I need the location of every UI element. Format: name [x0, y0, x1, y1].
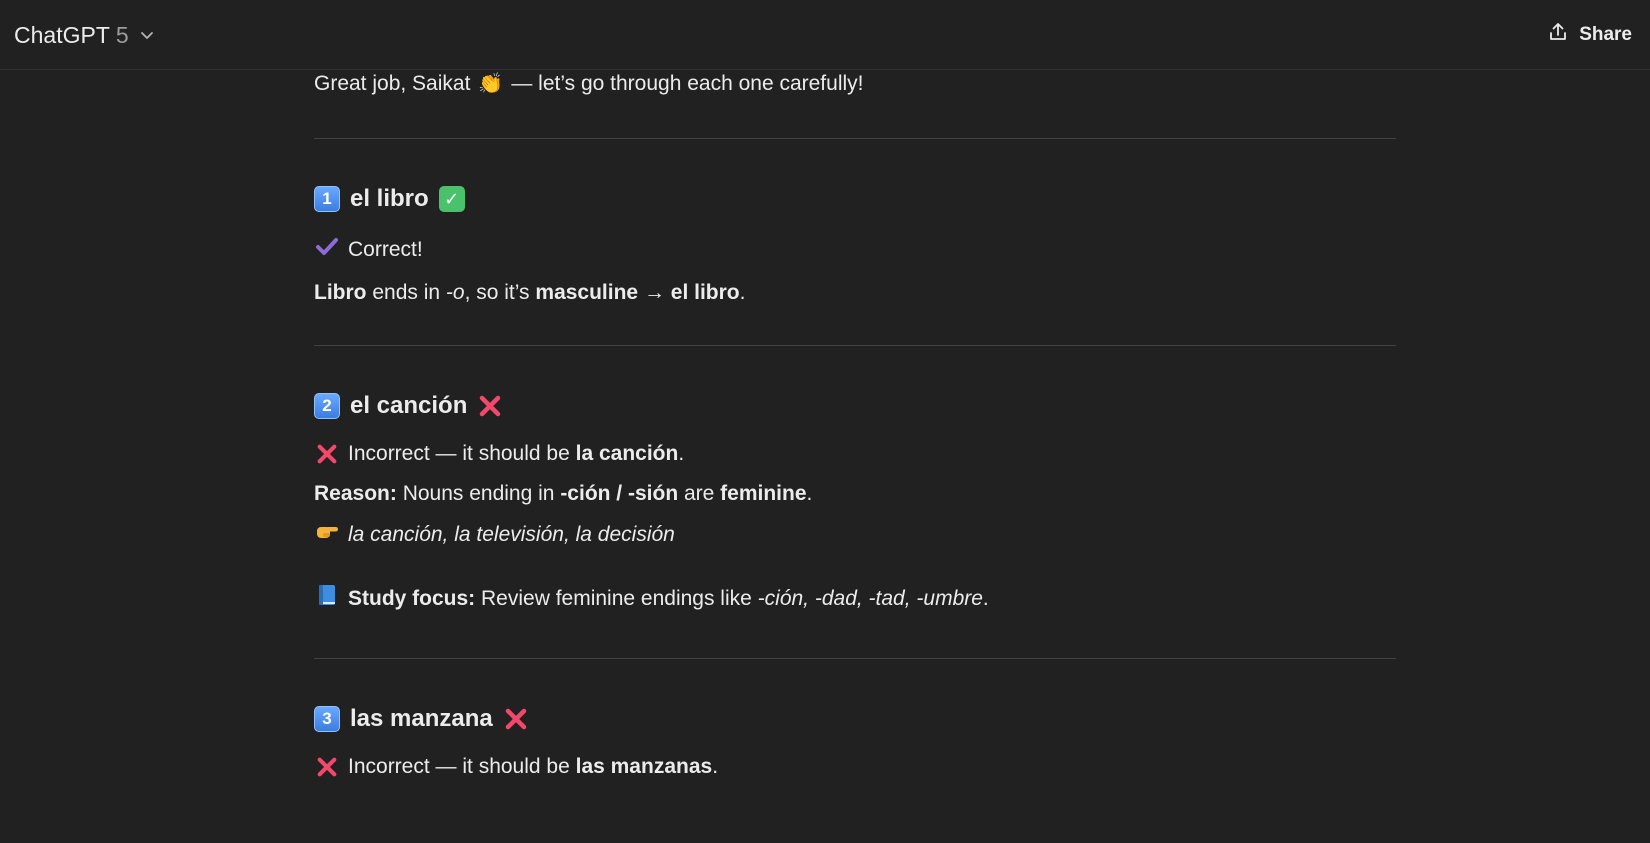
- text: .: [678, 442, 685, 465]
- divider: [314, 345, 1396, 346]
- keycap-1-icon: 1: [314, 186, 340, 212]
- check-box-icon: ✓: [438, 186, 465, 212]
- italic-term: -o: [445, 281, 465, 304]
- item-title: el canción: [350, 392, 468, 419]
- text: Nouns ending in: [396, 482, 561, 505]
- share-button[interactable]: Share: [1547, 18, 1632, 52]
- bold-term: las manzanas: [575, 755, 713, 778]
- text: .: [739, 281, 746, 304]
- item-section-3: 3 las manzana Incorrect — it should be l…: [314, 703, 1396, 781]
- check-mark-icon: [314, 233, 340, 267]
- bold-term: -ción / -sión: [560, 482, 679, 505]
- verdict-line: Correct!: [314, 233, 1396, 267]
- top-bar: ChatGPT 5 Share: [0, 0, 1650, 70]
- intro-text: Great job, Saikat: [314, 72, 471, 95]
- examples-text: la canción, la televisión, la decisión: [348, 523, 675, 546]
- explanation-line: Libro ends in -o, so it’s masculine → el…: [314, 279, 1396, 307]
- divider: [314, 138, 1396, 139]
- model-switcher-button[interactable]: ChatGPT 5: [14, 18, 155, 52]
- item-section-1: 1 el libro ✓ Correct! Libro ends in -o, …: [314, 183, 1396, 307]
- item-title: las manzana: [350, 705, 493, 732]
- reason-label: Reason:: [314, 482, 397, 505]
- model-version: 5: [115, 21, 129, 48]
- text: ends in: [366, 281, 446, 304]
- cross-mark-icon: [503, 706, 529, 732]
- divider: [314, 658, 1396, 659]
- bold-term: masculine → el libro: [535, 281, 740, 304]
- cross-mark-icon: [314, 754, 340, 780]
- text: .: [712, 755, 719, 778]
- intro-text-after: — let’s go through each one carefully!: [511, 72, 864, 95]
- text: , so it’s: [464, 281, 536, 304]
- verdict-line: Incorrect — it should be las manzanas.: [314, 753, 1396, 781]
- examples-line: la canción, la televisión, la decisión: [314, 518, 1396, 552]
- study-label: Study focus:: [348, 587, 476, 610]
- blue-book-icon: [314, 582, 340, 616]
- verdict-text: Incorrect — it should be la canción.: [348, 440, 684, 468]
- study-focus-text: Study focus: Review feminine endings lik…: [348, 585, 989, 613]
- model-name: ChatGPT: [14, 21, 110, 48]
- bold-term: feminine: [720, 482, 807, 505]
- keycap-2-icon: 2: [314, 393, 340, 419]
- item-heading: 3 las manzana: [314, 703, 1396, 735]
- item-heading: 1 el libro ✓: [314, 183, 1396, 215]
- text: Incorrect — it should be: [348, 755, 576, 778]
- share-icon: [1547, 21, 1569, 49]
- share-label: Share: [1579, 24, 1632, 45]
- item-section-2: 2 el canción Incorrect — it should be la…: [314, 390, 1396, 616]
- item-heading: 2 el canción: [314, 390, 1396, 422]
- cross-mark-icon: [314, 441, 340, 467]
- item-title: el libro: [350, 185, 429, 212]
- bold-term: la canción: [575, 442, 679, 465]
- keycap-3-icon: 3: [314, 706, 340, 732]
- text: .: [806, 482, 813, 505]
- text: are: [678, 482, 721, 505]
- reason-line: Reason: Nouns ending in -ción / -sión ar…: [314, 480, 1396, 508]
- verdict-line: Incorrect — it should be la canción.: [314, 440, 1396, 468]
- intro-line: Great job, Saikat 👏 — let’s go through e…: [314, 70, 1396, 98]
- clapping-hands-icon: 👏: [478, 73, 504, 95]
- assistant-message: Great job, Saikat 👏 — let’s go through e…: [314, 70, 1396, 781]
- verdict-text: Correct!: [348, 238, 423, 261]
- italic-term: -ción, -dad, -tad, -umbre: [757, 587, 983, 610]
- text: Review feminine endings like: [475, 587, 758, 610]
- chevron-down-icon: [139, 27, 155, 43]
- text: .: [982, 587, 989, 610]
- cross-mark-icon: [477, 393, 503, 419]
- text: Incorrect — it should be: [348, 442, 576, 465]
- pointing-hand-icon: [314, 518, 340, 552]
- study-focus-line: Study focus: Review feminine endings lik…: [314, 582, 1396, 616]
- verdict-text: Incorrect — it should be las manzanas.: [348, 753, 718, 781]
- bold-term: Libro: [314, 281, 367, 304]
